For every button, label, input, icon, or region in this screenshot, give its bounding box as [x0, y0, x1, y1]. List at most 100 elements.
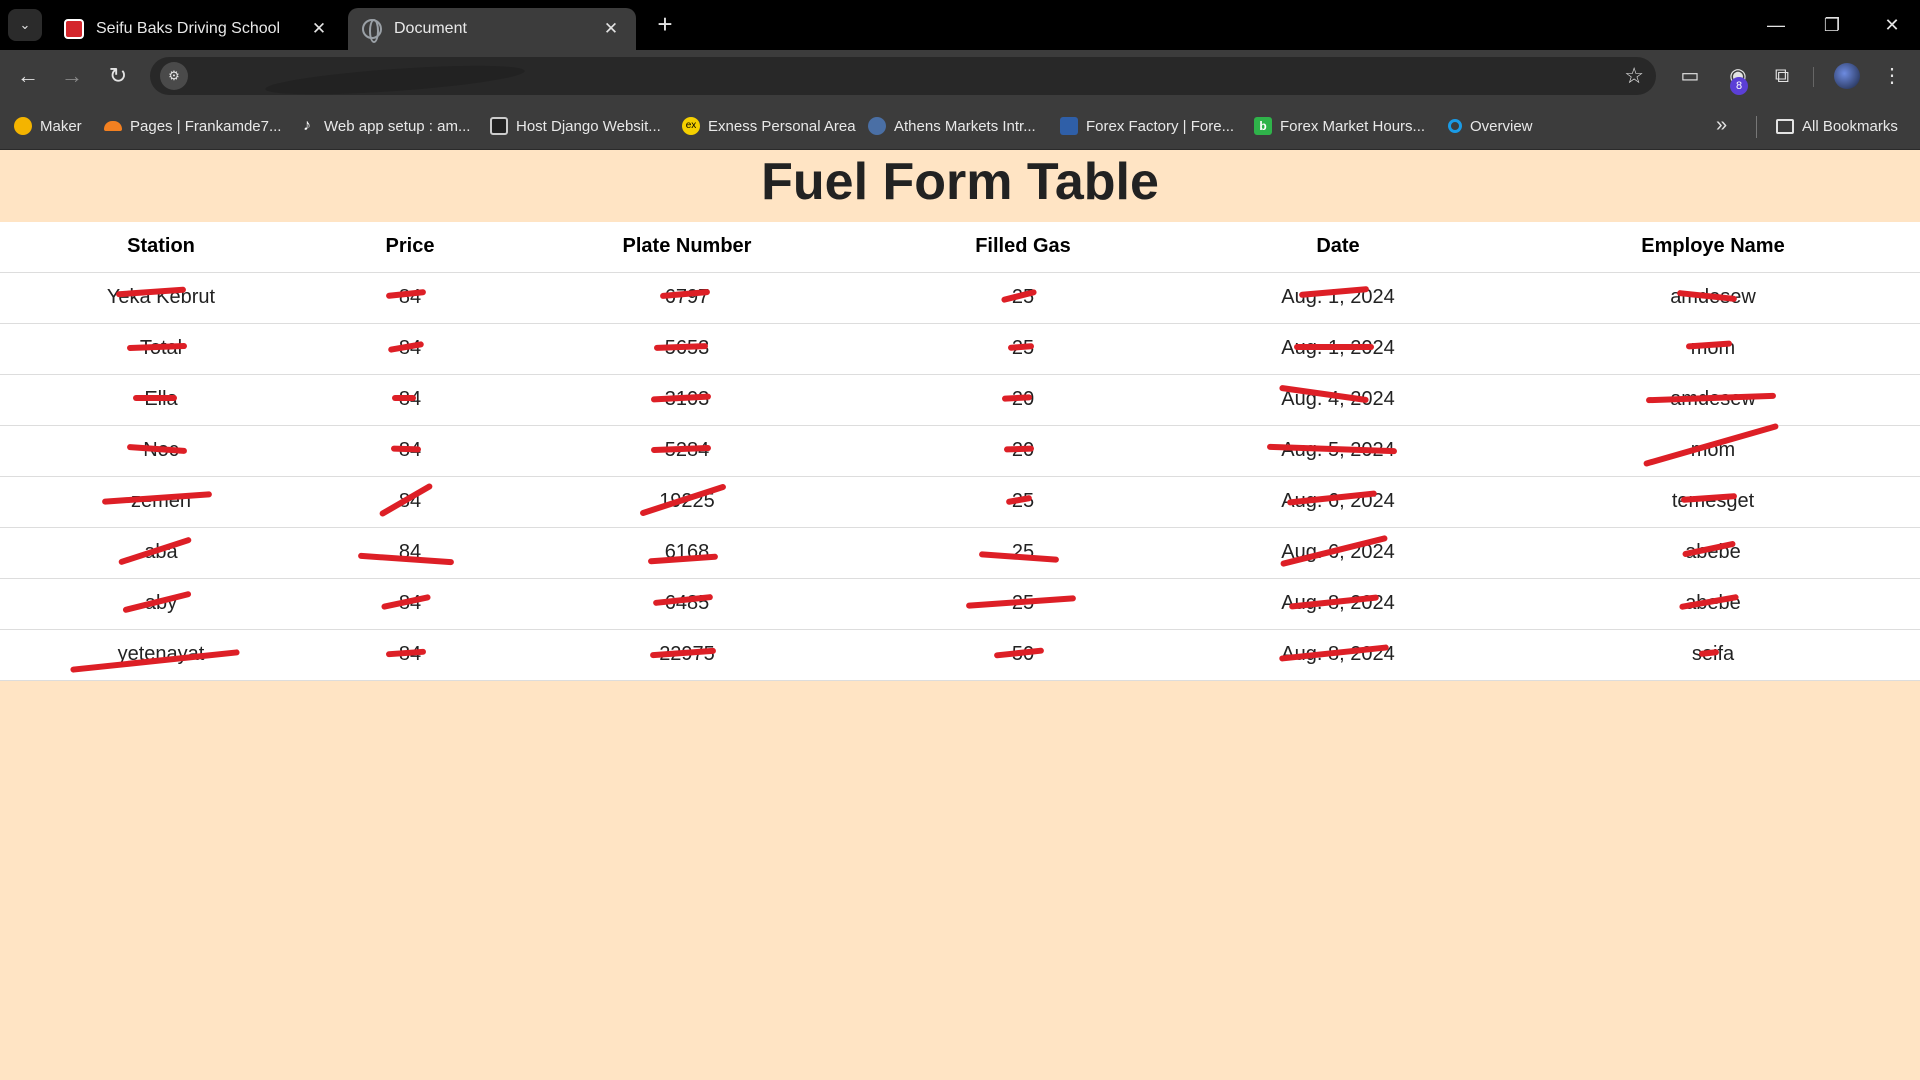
redaction-mark [1678, 593, 1740, 610]
bookmark-athens-markets[interactable]: Athens Markets Intr... [868, 114, 1036, 138]
cell-plate-number: 6797 [498, 272, 876, 324]
table-row: zemen 84 19225 25 Aug. 6, 2024 temesget [0, 476, 1920, 528]
redaction-mark [1698, 648, 1720, 657]
cell-price: 84 [322, 527, 498, 579]
cell-plate-number: 5284 [498, 425, 876, 477]
redaction-mark [117, 535, 193, 566]
menu-kebab-icon[interactable]: ⋮ [1878, 62, 1906, 90]
redaction-mark [392, 394, 416, 401]
redaction-mark [1676, 289, 1738, 302]
cell-date: Aug. 6, 2024 [1170, 476, 1506, 528]
cell-plate-number: 19225 [498, 476, 876, 528]
tab-search-button[interactable]: ⌄ [8, 9, 42, 41]
table-row: Total 84 5653 25 Aug. 1, 2024 mom [0, 323, 1920, 375]
redaction-mark [649, 647, 717, 658]
bookmark-host-django[interactable]: Host Django Websit... [490, 114, 661, 138]
bookmark-label: Pages | Frankamde7... [130, 117, 282, 135]
table-row: Ella 84 3103 20 Aug. 4, 2024 amdesew [0, 374, 1920, 426]
forward-arrow-icon[interactable]: → [56, 60, 88, 92]
redaction-mark [965, 594, 1077, 609]
bookmark-maker[interactable]: Maker [14, 114, 82, 138]
cell-filled-gas: 20 [876, 425, 1170, 477]
redaction-mark [385, 648, 427, 657]
bookmark-web-app-setup[interactable]: ♪ Web app setup : am... [298, 114, 470, 138]
redaction-mark [652, 593, 714, 606]
redaction-mark [650, 444, 712, 453]
close-window-icon[interactable]: ✕ [1872, 8, 1912, 42]
cell-date: Aug. 4, 2024 [1170, 374, 1506, 426]
bookmark-label: Athens Markets Intr... [894, 117, 1036, 135]
back-arrow-icon[interactable]: ← [12, 60, 44, 92]
cell-station: Ella [0, 374, 322, 426]
cell-employe-name: amdesew [1506, 272, 1920, 324]
profile-avatar[interactable] [1834, 63, 1860, 89]
tab-seifu-baks[interactable]: Seifu Baks Driving School ✕ [50, 8, 344, 50]
cell-price: 84 [322, 323, 498, 375]
redaction-mark [101, 490, 213, 505]
chevron-double-right-icon[interactable]: » [1716, 114, 1727, 137]
address-bar[interactable]: ⚙ ☆ [150, 57, 1656, 101]
cell-employe-name: abebe [1506, 578, 1920, 630]
reload-icon[interactable]: ↻ [102, 60, 134, 92]
bookmark-label: Forex Market Hours... [1280, 117, 1426, 135]
cell-filled-gas: 25 [876, 527, 1170, 579]
restore-icon[interactable]: ❐ [1812, 8, 1852, 42]
cell-plate-number: 6485 [498, 578, 876, 630]
redaction-mark [647, 553, 719, 564]
bookmarks-bar: Maker Pages | Frankamde7... ♪ Web app se… [0, 102, 1920, 150]
header-employe-name: Employe Name [1506, 222, 1920, 273]
header-plate-number: Plate Number [498, 222, 876, 273]
bookmark-label: Host Django Websit... [516, 117, 661, 135]
bookmark-label: Overview [1470, 117, 1533, 135]
redaction-mark [993, 646, 1045, 659]
cell-date: Aug. 6, 2024 [1170, 527, 1506, 579]
redaction-mark [380, 593, 432, 610]
cell-plate-number: 6168 [498, 527, 876, 579]
bookmark-pages[interactable]: Pages | Frankamde7... [104, 114, 281, 138]
cell-filled-gas: 25 [876, 476, 1170, 528]
overview-icon [1448, 119, 1462, 133]
page-content: Fuel Form Table Station Price Plate Numb… [0, 150, 1920, 1080]
cell-plate-number: 5653 [498, 323, 876, 375]
cast-icon[interactable]: ▭ [1676, 62, 1704, 90]
redaction-mark [378, 481, 434, 518]
table-row: Noc 84 5284 20 Aug. 5, 2024 mom [0, 422, 1920, 477]
bookmark-exness[interactable]: ex Exness Personal Area [682, 114, 856, 138]
header-price: Price [322, 222, 498, 273]
bookmark-label: Web app setup : am... [324, 117, 471, 135]
cell-price: 84 [322, 578, 498, 630]
cell-price: 84 [322, 374, 498, 426]
redaction-mark [1298, 285, 1370, 298]
all-bookmarks-button[interactable]: All Bookmarks [1776, 114, 1898, 138]
close-icon[interactable]: ✕ [600, 19, 622, 39]
cell-station: yetenayat [0, 629, 322, 681]
tab-document[interactable]: Document ✕ [348, 8, 636, 50]
redacted-url [264, 59, 526, 101]
cell-plate-number: 3103 [498, 374, 876, 426]
close-icon[interactable]: ✕ [308, 19, 330, 39]
redaction-mark [1001, 393, 1033, 402]
tab-title: Seifu Baks Driving School [96, 20, 281, 37]
cell-employe-name: seifa [1506, 629, 1920, 681]
cell-price: 84 [322, 476, 498, 528]
bookmark-forex-market-hours[interactable]: b Forex Market Hours... [1254, 114, 1425, 138]
cell-date: Aug. 8, 2024 [1170, 629, 1506, 681]
cell-date: Aug. 1, 2024 [1170, 272, 1506, 324]
bookmark-forex-factory[interactable]: Forex Factory | Fore... [1060, 114, 1234, 138]
new-tab-button[interactable]: + [650, 10, 680, 40]
cell-station: aby [0, 578, 322, 630]
redaction-mark [1266, 443, 1398, 454]
site-info-icon[interactable]: ⚙ [160, 62, 188, 90]
minimize-icon[interactable]: — [1756, 8, 1796, 42]
cell-price: 84 [322, 272, 498, 324]
bookmark-overview[interactable]: Overview [1448, 114, 1533, 138]
redaction-mark [126, 342, 188, 351]
redaction-mark [1278, 643, 1390, 662]
cell-station: Yeka Kebrut [0, 272, 322, 324]
browser-toolbar: ← → ↻ ⚙ ☆ ▭ ◉ 8 ⧉ ⋮ [0, 50, 1920, 102]
redaction-mark [390, 444, 422, 453]
redaction-mark [115, 286, 187, 297]
bookmark-star-icon[interactable]: ☆ [1624, 63, 1644, 89]
maker-icon [14, 117, 32, 135]
extensions-puzzle-icon[interactable]: ⧉ [1768, 62, 1796, 90]
